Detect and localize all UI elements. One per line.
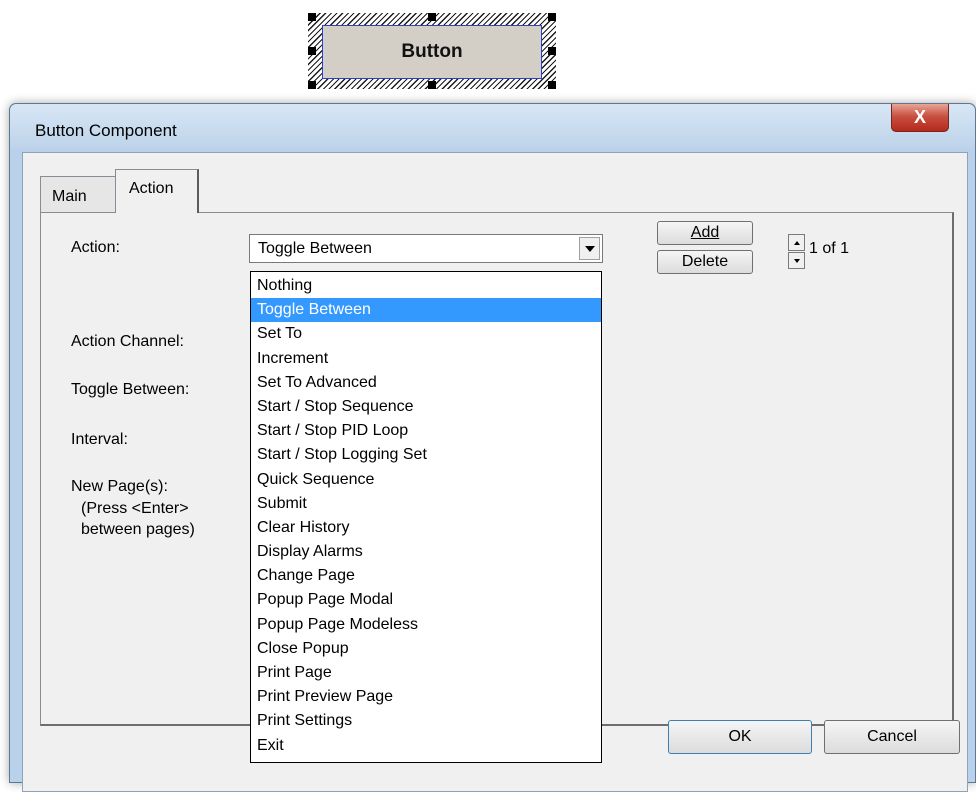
dropdown-option-display-alarms[interactable]: Display Alarms [251, 540, 601, 564]
tab-main-label: Main [52, 188, 87, 205]
cancel-button[interactable]: Cancel [824, 720, 960, 754]
dropdown-option-set-to[interactable]: Set To [251, 322, 601, 346]
window-title: Button Component [35, 121, 177, 140]
close-icon: X [913, 107, 926, 127]
ok-button[interactable]: OK [668, 720, 812, 754]
dropdown-option-set-to-advanced[interactable]: Set To Advanced [251, 371, 601, 395]
dropdown-option-increment[interactable]: Increment [251, 347, 601, 371]
dropdown-option-print-page[interactable]: Print Page [251, 661, 601, 685]
new-pages-hint-line1: (Press <Enter> [81, 500, 189, 517]
action-select-value: Toggle Between [258, 240, 372, 257]
dropdown-option-print-settings[interactable]: Print Settings [251, 709, 601, 733]
dropdown-option-popup-page-modeless[interactable]: Popup Page Modeless [251, 613, 601, 637]
new-pages-label: New Page(s): [71, 478, 168, 495]
arrow-down-icon [793, 258, 800, 263]
design-button-component[interactable]: Button [322, 25, 542, 79]
ok-button-label: OK [728, 728, 752, 745]
dropdown-option-print-preview-page[interactable]: Print Preview Page [251, 685, 601, 709]
title-bar[interactable]: Button Component X [10, 104, 975, 148]
resize-handle-top-left[interactable] [308, 13, 316, 21]
interval-label: Interval: [71, 431, 128, 448]
tab-action-label: Action [129, 180, 174, 197]
resize-handle-top-center[interactable] [428, 13, 436, 21]
resize-handle-middle-right[interactable] [548, 47, 556, 55]
dropdown-option-change-page[interactable]: Change Page [251, 564, 601, 588]
action-label: Action: [71, 239, 120, 256]
action-index-up-button[interactable] [788, 234, 805, 251]
action-index-down-button[interactable] [788, 252, 805, 269]
resize-handle-bottom-right[interactable] [548, 81, 556, 89]
arrow-up-icon [793, 240, 800, 245]
add-action-button-label: Add [690, 224, 720, 241]
dropdown-option-nothing[interactable]: Nothing [251, 274, 601, 298]
toggle-between-label: Toggle Between: [71, 381, 190, 398]
dropdown-option-clear-history[interactable]: Clear History [251, 516, 601, 540]
dropdown-arrow-button[interactable] [579, 237, 600, 260]
dropdown-option-popup-page-modal[interactable]: Popup Page Modal [251, 588, 601, 612]
dropdown-option-close-popup[interactable]: Close Popup [251, 637, 601, 661]
tab-main[interactable]: Main [40, 176, 116, 212]
action-select[interactable]: Toggle Between [249, 234, 603, 263]
chevron-down-icon [584, 245, 595, 252]
delete-action-button[interactable]: Delete [657, 250, 753, 274]
delete-action-button-label: Delete [681, 253, 729, 270]
resize-handle-middle-left[interactable] [308, 47, 316, 55]
resize-handle-top-right[interactable] [548, 13, 556, 21]
tab-action[interactable]: Action [115, 169, 199, 213]
dropdown-option-toggle-between[interactable]: Toggle Between [251, 298, 601, 323]
dialog-client-area: Main Action Action: Action Channel: Togg… [22, 152, 968, 792]
add-action-button[interactable]: Add [657, 221, 753, 245]
dropdown-option-exit[interactable]: Exit [251, 734, 601, 758]
button-component-dialog: Button Component X Main Action Action: A… [9, 103, 976, 792]
dropdown-option-start-stop-sequence[interactable]: Start / Stop Sequence [251, 395, 601, 419]
action-dropdown-list: Nothing Toggle Between Set To Increment … [250, 271, 602, 763]
cancel-button-label: Cancel [867, 728, 917, 745]
resize-handle-bottom-center[interactable] [428, 81, 436, 89]
dropdown-option-start-stop-pid-loop[interactable]: Start / Stop PID Loop [251, 419, 601, 443]
dropdown-option-start-stop-logging-set[interactable]: Start / Stop Logging Set [251, 443, 601, 467]
close-button[interactable]: X [891, 104, 949, 132]
action-index-counter: 1 of 1 [809, 240, 850, 257]
dropdown-option-quick-sequence[interactable]: Quick Sequence [251, 468, 601, 492]
resize-handle-bottom-left[interactable] [308, 81, 316, 89]
action-channel-label: Action Channel: [71, 333, 184, 350]
new-pages-hint-line2: between pages) [81, 521, 195, 538]
dropdown-option-submit[interactable]: Submit [251, 492, 601, 516]
